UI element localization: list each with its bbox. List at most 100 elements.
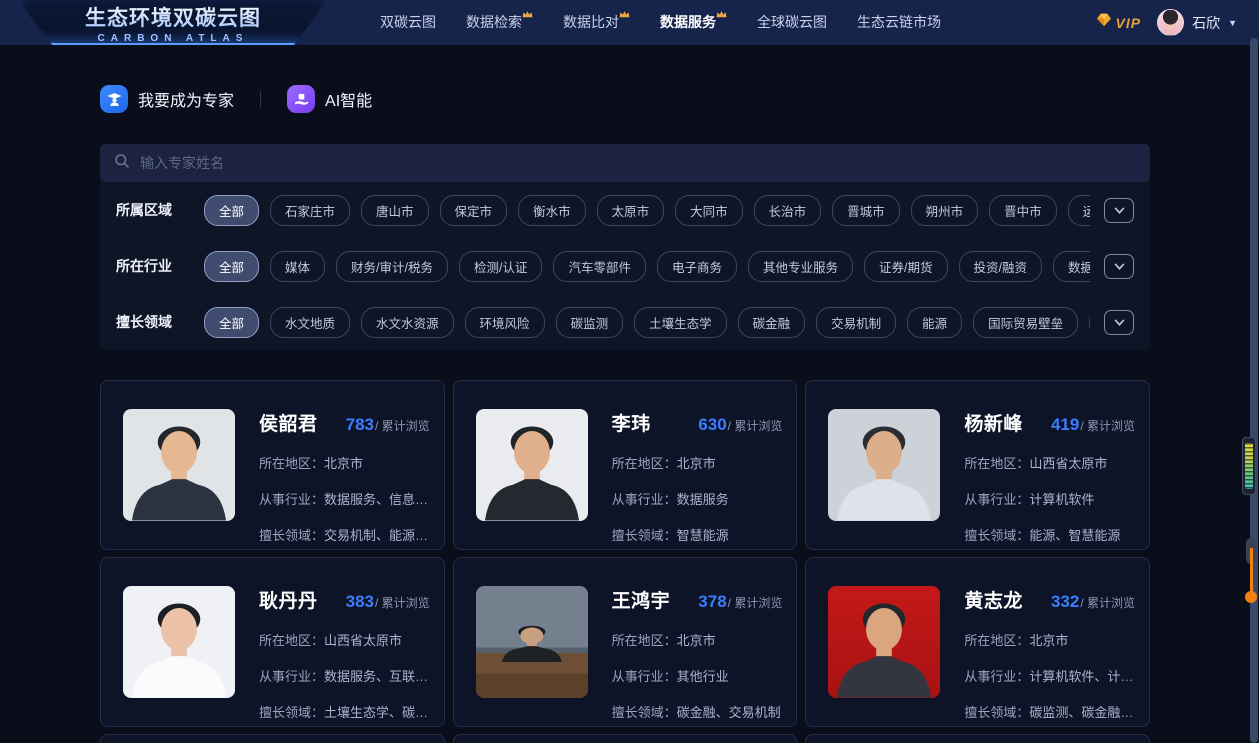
action-row: 我要成为专家 AI智能 <box>100 84 1150 114</box>
expert-views: 783/ 累计浏览 <box>346 415 430 435</box>
expert-card[interactable]: 耿丹丹 383/ 累计浏览 所在地区：山西省太原市 从事行业：数据服务、互联网、… <box>100 557 445 727</box>
nav-item[interactable]: 全球碳云图 <box>757 0 827 45</box>
filter-chip[interactable]: 保定市 <box>440 195 508 226</box>
filter-row: 擅长领域 全部 水文地质 水文水资源 环境风险 碳监测 土壤生态学 碳金融 交易… <box>100 294 1150 350</box>
filter-chip[interactable]: 数据服务 <box>1053 251 1090 282</box>
thermometer-stem <box>1250 548 1253 595</box>
expert-name: 李玮 <box>612 409 651 436</box>
nav-item[interactable]: 数据检索 <box>466 0 533 45</box>
filter-chip[interactable]: 证券/期货 <box>864 251 947 282</box>
filter-label: 擅长领域 <box>116 312 204 332</box>
expert-field-row: 擅长领域：土壤生态学、碳金融 <box>259 702 430 721</box>
filter-chip[interactable]: 水文水资源 <box>361 307 454 338</box>
filter-chip[interactable]: 环境风险 <box>465 307 545 338</box>
expert-cards-next-row <box>100 734 1150 743</box>
expert-card-body: 李玮 630/ 累计浏览 所在地区：北京市 从事行业：数据服务 擅长领域：智慧能… <box>612 409 783 549</box>
filter-chips: 全部 石家庄市 唐山市 保定市 衡水市 太原市 大同市 长治市 晋城市 朔州市 … <box>204 195 1090 226</box>
filter-chip[interactable]: 土壤生态学 <box>634 307 727 338</box>
thermometer-widget[interactable] <box>1244 538 1257 603</box>
filter-chip[interactable]: 能源 <box>907 307 962 338</box>
filter-chip[interactable]: 长治市 <box>754 195 822 226</box>
search-bar <box>100 144 1150 182</box>
chevron-down-icon[interactable]: ▼ <box>1228 18 1237 28</box>
expand-filter-button[interactable] <box>1104 198 1134 223</box>
filter-chip[interactable]: 其他专业服务 <box>748 251 853 282</box>
main-content: 我要成为专家 AI智能 所属区域 全部 石家庄市 唐山市 保定市 衡水市 太原市… <box>100 84 1150 743</box>
expert-industry-row: 从事行业：数据服务、信息安全... <box>259 489 430 508</box>
nav-item[interactable]: 双碳云图 <box>380 0 436 45</box>
filter-chip[interactable]: 投资/融资 <box>959 251 1042 282</box>
expert-region-row: 所在地区：北京市 <box>612 630 783 649</box>
expert-views: 378/ 累计浏览 <box>698 592 782 612</box>
gauge-widget[interactable] <box>1242 437 1256 495</box>
filter-chip[interactable]: 全部 <box>204 307 259 338</box>
nav-item-label: 数据检索 <box>466 0 522 45</box>
become-expert-button[interactable]: 我要成为专家 <box>100 85 234 113</box>
expert-card[interactable]: 黄志龙 332/ 累计浏览 所在地区：北京市 从事行业：计算机软件、计算机...… <box>805 557 1150 727</box>
expert-card-body: 杨新峰 419/ 累计浏览 所在地区：山西省太原市 从事行业：计算机软件 擅长领… <box>964 409 1135 549</box>
search-input[interactable] <box>140 155 1136 171</box>
filter-chip[interactable]: 全部 <box>204 195 259 226</box>
divider <box>260 91 261 107</box>
expert-industry-row: 从事行业：其他行业 <box>612 666 783 685</box>
filter-rows: 所属区域 全部 石家庄市 唐山市 保定市 衡水市 太原市 大同市 长治市 晋城市… <box>100 182 1150 350</box>
user-name[interactable]: 石欣 <box>1192 13 1220 33</box>
filter-chip[interactable]: 财务/审计/税务 <box>336 251 448 282</box>
filter-chip[interactable]: 水文地质 <box>270 307 350 338</box>
expert-card[interactable]: 王鸿宇 378/ 累计浏览 所在地区：北京市 从事行业：其他行业 擅长领域：碳金… <box>453 557 798 727</box>
expert-card[interactable]: 杨新峰 419/ 累计浏览 所在地区：山西省太原市 从事行业：计算机软件 擅长领… <box>805 380 1150 550</box>
expert-card[interactable]: 李玮 630/ 累计浏览 所在地区：北京市 从事行业：数据服务 擅长领域：智慧能… <box>453 380 798 550</box>
filter-chip[interactable]: 唐山市 <box>361 195 429 226</box>
expert-views: 630/ 累计浏览 <box>698 415 782 435</box>
crown-icon <box>522 6 533 20</box>
expand-filter-button[interactable] <box>1104 310 1134 335</box>
expert-photo <box>476 586 588 698</box>
expert-card[interactable]: 侯韶君 783/ 累计浏览 所在地区：北京市 从事行业：数据服务、信息安全...… <box>100 380 445 550</box>
expert-card[interactable] <box>805 734 1150 743</box>
nav-item[interactable]: 数据服务 <box>660 0 727 45</box>
graduate-person-icon <box>100 85 128 113</box>
expert-photo <box>828 409 940 521</box>
nav-item[interactable]: 生态云链市场 <box>857 0 941 45</box>
filter-chip[interactable]: 晋城市 <box>832 195 900 226</box>
expand-filter-button[interactable] <box>1104 254 1134 279</box>
filter-chip[interactable]: 全部 <box>204 251 259 282</box>
filter-chip[interactable]: 碳金融 <box>738 307 806 338</box>
expert-photo <box>476 409 588 521</box>
search-icon <box>114 153 130 174</box>
filter-chip[interactable]: 朔州市 <box>911 195 979 226</box>
expert-name: 王鸿宇 <box>612 586 671 613</box>
expert-card[interactable] <box>100 734 445 743</box>
filter-row: 所属区域 全部 石家庄市 唐山市 保定市 衡水市 太原市 大同市 长治市 晋城市… <box>100 182 1150 238</box>
expert-industry-row: 从事行业：数据服务 <box>612 489 783 508</box>
filter-chip[interactable]: 交易机制 <box>816 307 896 338</box>
user-avatar[interactable] <box>1157 9 1184 36</box>
vip-label: VIP <box>1116 15 1142 31</box>
filter-chip[interactable]: 汽车零部件 <box>553 251 646 282</box>
app-logo[interactable]: 生态环境双碳云图 CARBON ATLAS <box>18 0 328 45</box>
expert-views: 383/ 累计浏览 <box>346 592 430 612</box>
filter-chip[interactable]: 电子商务 <box>657 251 737 282</box>
views-count: 783 <box>346 415 374 434</box>
filter-chip[interactable]: 媒体 <box>270 251 325 282</box>
filter-chip[interactable]: 碳监测 <box>556 307 624 338</box>
filter-chip[interactable]: 晋中市 <box>989 195 1057 226</box>
filter-chip[interactable]: 气候经济 <box>1089 307 1090 338</box>
filter-chip[interactable]: 衡水市 <box>518 195 586 226</box>
filter-chip[interactable]: 石家庄市 <box>270 195 350 226</box>
filter-chip[interactable]: 运城市 <box>1068 195 1090 226</box>
filter-chip[interactable]: 检测/认证 <box>459 251 542 282</box>
expert-card[interactable] <box>453 734 798 743</box>
filter-chip[interactable]: 太原市 <box>597 195 665 226</box>
expert-field-row: 擅长领域：能源、智慧能源 <box>964 525 1135 544</box>
nav-item[interactable]: 数据比对 <box>563 0 630 45</box>
ai-button[interactable]: AI智能 <box>287 85 372 113</box>
nav-right: VIP 石欣 ▼ <box>1096 0 1238 45</box>
expert-card-body: 耿丹丹 383/ 累计浏览 所在地区：山西省太原市 从事行业：数据服务、互联网、… <box>259 586 430 726</box>
scrollbar[interactable] <box>1250 38 1258 743</box>
vip-button[interactable]: VIP <box>1096 13 1142 32</box>
filter-chips: 全部 媒体 财务/审计/税务 检测/认证 汽车零部件 电子商务 其他专业服务 证… <box>204 251 1090 282</box>
vip-gem-icon <box>1096 13 1112 32</box>
filter-chip[interactable]: 大同市 <box>675 195 743 226</box>
filter-chip[interactable]: 国际贸易壁垒 <box>973 307 1078 338</box>
